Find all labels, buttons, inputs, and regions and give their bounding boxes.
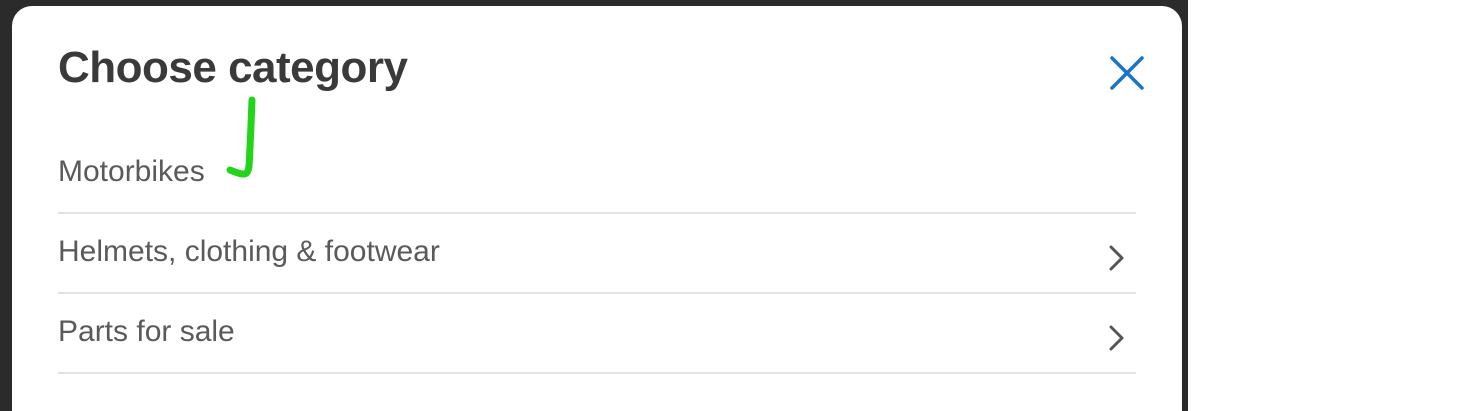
chevron-right-icon (1109, 245, 1124, 271)
chevron-right-icon (1109, 325, 1124, 351)
category-item-helmets-clothing-footwear[interactable]: Helmets, clothing & footwear (58, 214, 1136, 294)
category-list: Motorbikes Helmets, clothing & footwear … (58, 134, 1136, 374)
category-item-motorbikes[interactable]: Motorbikes (58, 134, 1136, 214)
category-label: Motorbikes (58, 155, 205, 188)
close-icon (1110, 56, 1144, 90)
dialog-title: Choose category (58, 43, 408, 92)
category-item-parts-for-sale[interactable]: Parts for sale (58, 294, 1136, 374)
close-button[interactable] (1104, 50, 1150, 96)
choose-category-dialog: Choose category Motorbikes Helmets, clot… (12, 6, 1182, 411)
category-label: Parts for sale (58, 315, 235, 348)
category-label: Helmets, clothing & footwear (58, 235, 440, 268)
